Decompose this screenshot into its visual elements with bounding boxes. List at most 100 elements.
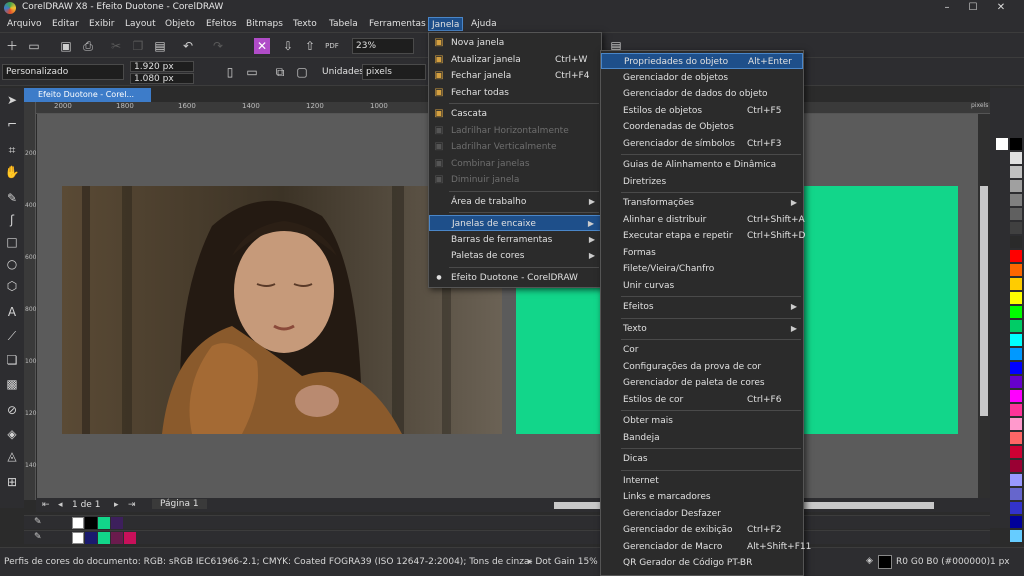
maximize-icon[interactable]: ☐ xyxy=(962,0,984,16)
print-icon[interactable]: ⎙ xyxy=(80,38,96,54)
palette-swatch[interactable] xyxy=(1010,432,1022,444)
new-document-icon[interactable]: ＋ xyxy=(4,38,20,54)
menu-item-barras-de-ferramentas[interactable]: Barras de ferramentas ▶ xyxy=(429,232,601,248)
menu-objeto[interactable]: Objeto xyxy=(162,17,198,31)
open-folder-icon[interactable]: ▭ xyxy=(26,38,42,54)
menu-item-configuracoes-da-prova-de-cor[interactable]: Configurações da prova de cor xyxy=(601,359,803,375)
menu-item-gerenciador-de-objetos[interactable]: Gerenciador de objetos xyxy=(601,70,803,86)
shape-tool-icon[interactable]: ⌐ xyxy=(2,114,22,134)
menu-item-texto[interactable]: Texto ▶ xyxy=(601,321,803,337)
palette-swatch[interactable] xyxy=(1010,460,1022,472)
menu-item-filete-vieira-chanfro[interactable]: Filete/Vieira/Chanfro xyxy=(601,261,803,277)
page-preset-select[interactable]: Personalizado xyxy=(2,64,124,80)
copy-icon[interactable]: ❐ xyxy=(130,38,146,54)
page-height-field[interactable]: 1.080 px xyxy=(130,73,194,84)
menu-item-efeito-duotone-coreldraw[interactable]: ● Efeito Duotone - CorelDRAW xyxy=(429,270,601,286)
paste-icon[interactable]: ▤ xyxy=(152,38,168,54)
minimize-icon[interactable]: – xyxy=(936,0,958,16)
pdf-icon[interactable]: PDF xyxy=(324,38,340,54)
menu-item-combinar-janelas[interactable]: ▣ Combinar janelas xyxy=(429,156,601,172)
pan-tool-icon[interactable]: ✋ xyxy=(2,162,22,182)
crop-tool-icon[interactable]: ⌗ xyxy=(2,140,22,160)
cut-icon[interactable]: ✂ xyxy=(108,38,124,54)
palette-swatch[interactable] xyxy=(1010,418,1022,430)
menu-item-gerenciador-de-dados-do-objeto[interactable]: Gerenciador de dados do objeto xyxy=(601,86,803,102)
menu-item-nova-janela[interactable]: ▣ Nova janela xyxy=(429,35,601,51)
first-page-icon[interactable]: ⇤ xyxy=(42,500,50,510)
palette-swatch[interactable] xyxy=(1010,488,1022,500)
menu-item-ladrilhar-horizontalmente[interactable]: ▣ Ladrilhar Horizontalmente xyxy=(429,123,601,139)
palette-swatch[interactable] xyxy=(1010,264,1022,276)
expand-icon[interactable]: ▸ xyxy=(528,557,533,567)
palette-swatch[interactable] xyxy=(1010,180,1022,192)
last-page-icon[interactable]: ⇥ xyxy=(128,500,136,510)
close-icon[interactable]: ✕ xyxy=(990,0,1012,16)
eyedropper-icon[interactable]: ✎ xyxy=(34,532,42,542)
palette-swatch[interactable] xyxy=(1010,278,1022,290)
vertical-ruler[interactable]: 200 400 600 800 1000 1200 1400 xyxy=(24,102,40,500)
transparency-icon[interactable]: ▩ xyxy=(2,374,22,394)
scroll-thumb[interactable] xyxy=(980,186,988,416)
menu-item-atualizar-janela[interactable]: ▣ Atualizar janela Ctrl+W xyxy=(429,52,601,68)
palette-swatch[interactable] xyxy=(1010,222,1022,234)
portrait-icon[interactable]: ▯ xyxy=(222,64,238,80)
palette-swatch[interactable] xyxy=(1010,376,1022,388)
menu-ajuda[interactable]: Ajuda xyxy=(468,17,500,31)
ellipse-tool-icon[interactable]: ○ xyxy=(2,254,22,274)
palette-swatch[interactable] xyxy=(1010,306,1022,318)
palette-swatch[interactable] xyxy=(1010,502,1022,514)
fill-swatch[interactable] xyxy=(878,555,892,569)
zoom-level-field[interactable]: 23% xyxy=(352,38,414,54)
import-icon[interactable]: ⇩ xyxy=(280,38,296,54)
fill-tool-icon[interactable]: ◈ xyxy=(2,424,22,444)
menu-editar[interactable]: Editar xyxy=(49,17,82,31)
palette-swatch[interactable] xyxy=(85,517,97,529)
palette-swatch[interactable] xyxy=(1010,474,1022,486)
menu-arquivo[interactable]: Arquivo xyxy=(4,17,44,31)
no-color-swatch[interactable] xyxy=(72,517,84,529)
menu-ferramentas[interactable]: Ferramentas xyxy=(366,17,429,31)
menu-item-gerenciador-de-simbolos[interactable]: Gerenciador de símbolos Ctrl+F3 xyxy=(601,136,803,152)
menu-item-obter-mais[interactable]: Obter mais xyxy=(601,413,803,429)
menu-item-diminuir-janela[interactable]: ▣ Diminuir janela xyxy=(429,172,601,188)
no-color-swatch[interactable] xyxy=(72,532,84,544)
export-icon[interactable]: ⇧ xyxy=(302,38,318,54)
palette-swatch[interactable] xyxy=(124,532,136,544)
palette-swatch[interactable] xyxy=(1010,292,1022,304)
landscape-icon[interactable]: ▭ xyxy=(244,64,260,80)
palette-swatch[interactable] xyxy=(1010,446,1022,458)
palette-swatch[interactable] xyxy=(1010,208,1022,220)
palette-swatch[interactable] xyxy=(1010,236,1022,248)
connector-tool-icon[interactable]: ⟋ xyxy=(2,326,22,346)
palette-swatch[interactable] xyxy=(1010,250,1022,262)
menu-item-formas[interactable]: Formas xyxy=(601,245,803,261)
menu-item-links-e-marcadores[interactable]: Links e marcadores xyxy=(601,489,803,505)
palette-swatch[interactable] xyxy=(1010,138,1022,150)
palette-swatch[interactable] xyxy=(1010,390,1022,402)
undo-icon[interactable]: ↶ xyxy=(180,38,196,54)
menu-item-fechar-todas[interactable]: ▣ Fechar todas xyxy=(429,85,601,101)
freehand-tool-icon[interactable]: ✎ xyxy=(2,188,22,208)
menu-tabela[interactable]: Tabela xyxy=(326,17,361,31)
menu-janela[interactable]: Janela xyxy=(428,17,464,31)
menu-texto[interactable]: Texto xyxy=(290,17,320,31)
text-tool-icon[interactable]: A xyxy=(2,302,22,322)
eyedropper-icon[interactable]: ⊘ xyxy=(2,400,22,420)
prev-page-icon[interactable]: ◂ xyxy=(58,500,63,510)
units-select[interactable]: pixels xyxy=(362,64,426,80)
palette-swatch[interactable] xyxy=(1010,320,1022,332)
eyedropper-icon[interactable]: ✎ xyxy=(34,517,42,527)
save-icon[interactable]: ▣ xyxy=(58,38,74,54)
menu-item-propriedades-do-objeto[interactable]: Propriedades do objeto Alt+Enter xyxy=(601,53,803,69)
menu-layout[interactable]: Layout xyxy=(122,17,159,31)
palette-swatch[interactable] xyxy=(98,532,110,544)
redo-icon[interactable]: ↷ xyxy=(210,38,226,54)
palette-swatch[interactable] xyxy=(1010,516,1022,528)
menu-item-gerenciador-de-exibicao[interactable]: Gerenciador de exibição Ctrl+F2 xyxy=(601,522,803,538)
polygon-tool-icon[interactable]: ⬡ xyxy=(2,276,22,296)
palette-swatch[interactable] xyxy=(1010,166,1022,178)
palette-swatch[interactable] xyxy=(1010,194,1022,206)
menu-item-executar-etapa-e-repetir[interactable]: Executar etapa e repetir Ctrl+Shift+D xyxy=(601,228,805,244)
smart-fill-icon[interactable]: ◬ xyxy=(2,446,22,466)
menu-item-gerenciador-de-paleta-de-cores[interactable]: Gerenciador de paleta de cores xyxy=(601,375,803,391)
